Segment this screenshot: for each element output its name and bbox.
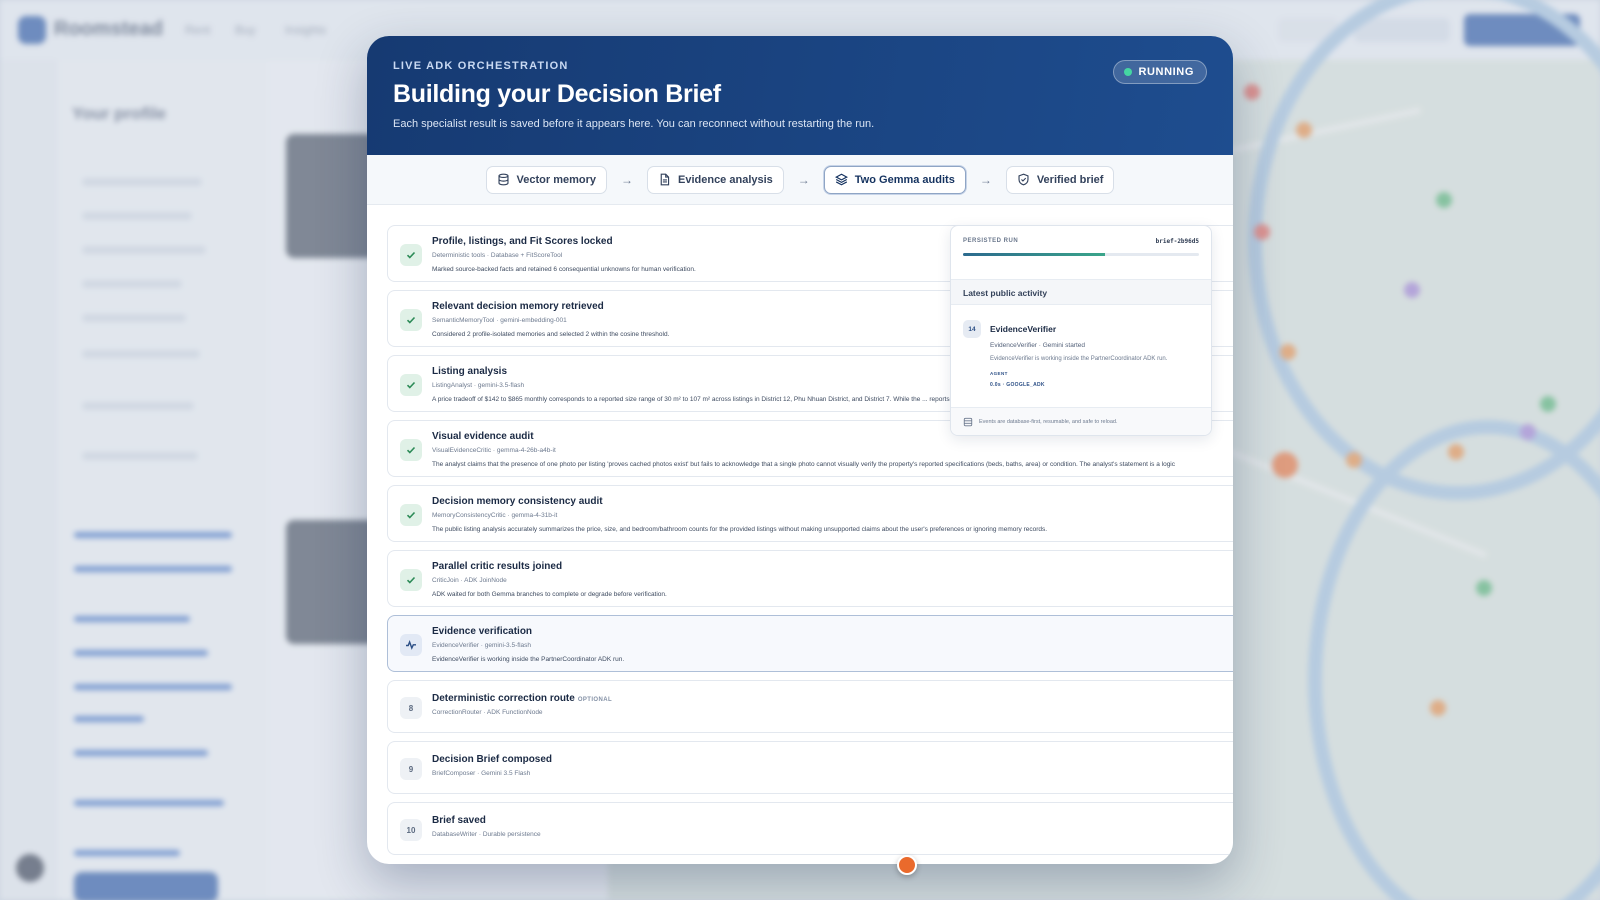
modal-header: LIVE ADK ORCHESTRATION Building your Dec… (367, 36, 1233, 155)
step-meta: CorrectionRouter · ADK FunctionNode (432, 709, 543, 716)
step-status (400, 374, 422, 396)
activity-source-tag: 0.0s · GOOGLE_ADK (990, 382, 1045, 388)
database-icon (497, 173, 509, 186)
document-icon (660, 173, 670, 186)
check-icon (406, 511, 416, 519)
step-status (400, 634, 422, 656)
step-meta: DatabaseWriter · Durable persistence (432, 831, 541, 838)
step-item-active: Evidence verification EvidenceVerifier ·… (387, 615, 1233, 672)
activity-number: 14 (963, 320, 981, 338)
persisted-run-panel: PERSISTED RUN brief-2b96d5 Latest public… (950, 225, 1212, 436)
activity-detail: EvidenceVerifier is working inside the P… (990, 356, 1168, 362)
step-title: Decision Brief composed (432, 754, 553, 765)
status-badge: RUNNING (1113, 60, 1207, 84)
decision-brief-modal: LIVE ADK ORCHESTRATION Building your Dec… (367, 36, 1233, 864)
step-item: 10 Brief saved DatabaseWriter · Durable … (387, 802, 1233, 855)
step-meta: ListingAnalyst · gemini-3.5-flash (432, 382, 525, 389)
step-status (400, 244, 422, 266)
modal-title: Building your Decision Brief (393, 80, 721, 108)
step-item: 8 Deterministic correction route OPTIONAL… (387, 680, 1233, 733)
step-status (400, 569, 422, 591)
step-number: 10 (400, 819, 422, 841)
stage-label: Vector memory (516, 173, 596, 186)
activity-pulse-icon (406, 640, 416, 650)
step-title: Parallel critic results joined (432, 561, 563, 572)
step-item: Decision memory consistency audit Memory… (387, 485, 1233, 542)
run-progress-bar (963, 253, 1199, 256)
arrow-right-icon: → (621, 172, 633, 187)
step-title: Brief saved (432, 815, 486, 826)
step-title: Profile, listings, and Fit Scores locked (432, 236, 613, 247)
step-desc: The public listing analysis accurately s… (432, 526, 1048, 533)
stage-vector-memory[interactable]: Vector memory (485, 165, 607, 194)
layers-icon (834, 173, 848, 186)
modal-eyebrow: LIVE ADK ORCHESTRATION (393, 60, 569, 72)
stage-label: Two Gemma audits (854, 173, 955, 186)
step-desc: Marked source-backed facts and retained … (432, 266, 696, 273)
panel-footer-text: Events are database-first, resumable, an… (979, 418, 1118, 425)
pipeline-stages: Vector memory → Evidence analysis → Two … (367, 155, 1233, 205)
panel-footer: Events are database-first, resumable, an… (951, 407, 1211, 435)
step-title: Deterministic correction route OPTIONAL (432, 693, 612, 704)
run-summary: PERSISTED RUN brief-2b96d5 (951, 226, 1211, 280)
activity-event: EvidenceVerifier · Gemini started (990, 342, 1086, 349)
step-meta: CriticJoin · ADK JoinNode (432, 577, 507, 584)
map-marker-icon[interactable] (897, 855, 917, 875)
run-progress-fill (963, 253, 1105, 256)
status-dot-icon (1124, 68, 1133, 76)
step-status (400, 504, 422, 526)
step-title: Decision memory consistency audit (432, 496, 603, 507)
step-item: Parallel critic results joined CriticJoi… (387, 550, 1233, 607)
step-title: Relevant decision memory retrieved (432, 301, 604, 312)
step-status (400, 309, 422, 331)
stage-label: Evidence analysis (678, 173, 773, 186)
step-meta: BriefComposer · Gemini 3.5 Flash (432, 770, 531, 777)
step-number: 8 (400, 697, 422, 719)
arrow-right-icon: → (979, 172, 992, 187)
step-title: Evidence verification (432, 626, 533, 637)
step-meta: EvidenceVerifier · gemini-3.5-flash (432, 642, 531, 649)
check-icon (406, 251, 416, 259)
stage-label: Verified brief (1036, 173, 1104, 186)
run-id: brief-2b96d5 (1155, 238, 1199, 245)
status-label: RUNNING (1138, 66, 1194, 78)
step-meta: Deterministic tools · Database + FitScor… (432, 252, 563, 259)
step-desc: A price tradeoff of $142 to $865 monthly… (432, 396, 950, 403)
step-desc: The analyst claims that the presence of … (432, 461, 1176, 468)
check-icon (406, 576, 416, 584)
step-title: Visual evidence audit (432, 431, 534, 442)
activity-kind-tag: AGENT (990, 371, 1008, 376)
shield-check-icon (1018, 173, 1029, 186)
activity-item: 14 EvidenceVerifier EvidenceVerifier · G… (951, 305, 1211, 408)
stage-two-gemma-audits[interactable]: Two Gemma audits (823, 165, 966, 194)
activity-title: Latest public activity (951, 280, 1211, 305)
step-title-text: Deterministic correction route (432, 693, 575, 704)
activity-agent-name: EvidenceVerifier (990, 324, 1057, 334)
stage-evidence-analysis[interactable]: Evidence analysis (647, 165, 784, 194)
database-icon (963, 417, 973, 426)
step-meta: SemanticMemoryTool · gemini-embedding-00… (432, 317, 567, 324)
check-icon (406, 316, 416, 324)
step-meta: VisualEvidenceCritic · gemma-4-26b-a4b-i… (432, 447, 556, 454)
check-icon (406, 381, 416, 389)
step-title: Listing analysis (432, 366, 508, 377)
step-desc: ADK waited for both Gemma branches to co… (432, 591, 667, 598)
step-meta: MemoryConsistencyCritic · gemma-4-31b-it (432, 512, 558, 519)
optional-tag: OPTIONAL (577, 697, 613, 703)
arrow-right-icon: → (797, 172, 810, 187)
check-icon (406, 446, 416, 454)
step-item: 9 Decision Brief composed BriefComposer … (387, 741, 1233, 794)
step-number: 9 (400, 758, 422, 780)
step-status (400, 439, 422, 461)
modal-subtitle: Each specialist result is saved before i… (393, 118, 875, 130)
stage-verified-brief[interactable]: Verified brief (1005, 165, 1115, 194)
step-desc: Considered 2 profile-isolated memories a… (432, 331, 670, 338)
step-desc: EvidenceVerifier is working inside the P… (432, 656, 625, 663)
